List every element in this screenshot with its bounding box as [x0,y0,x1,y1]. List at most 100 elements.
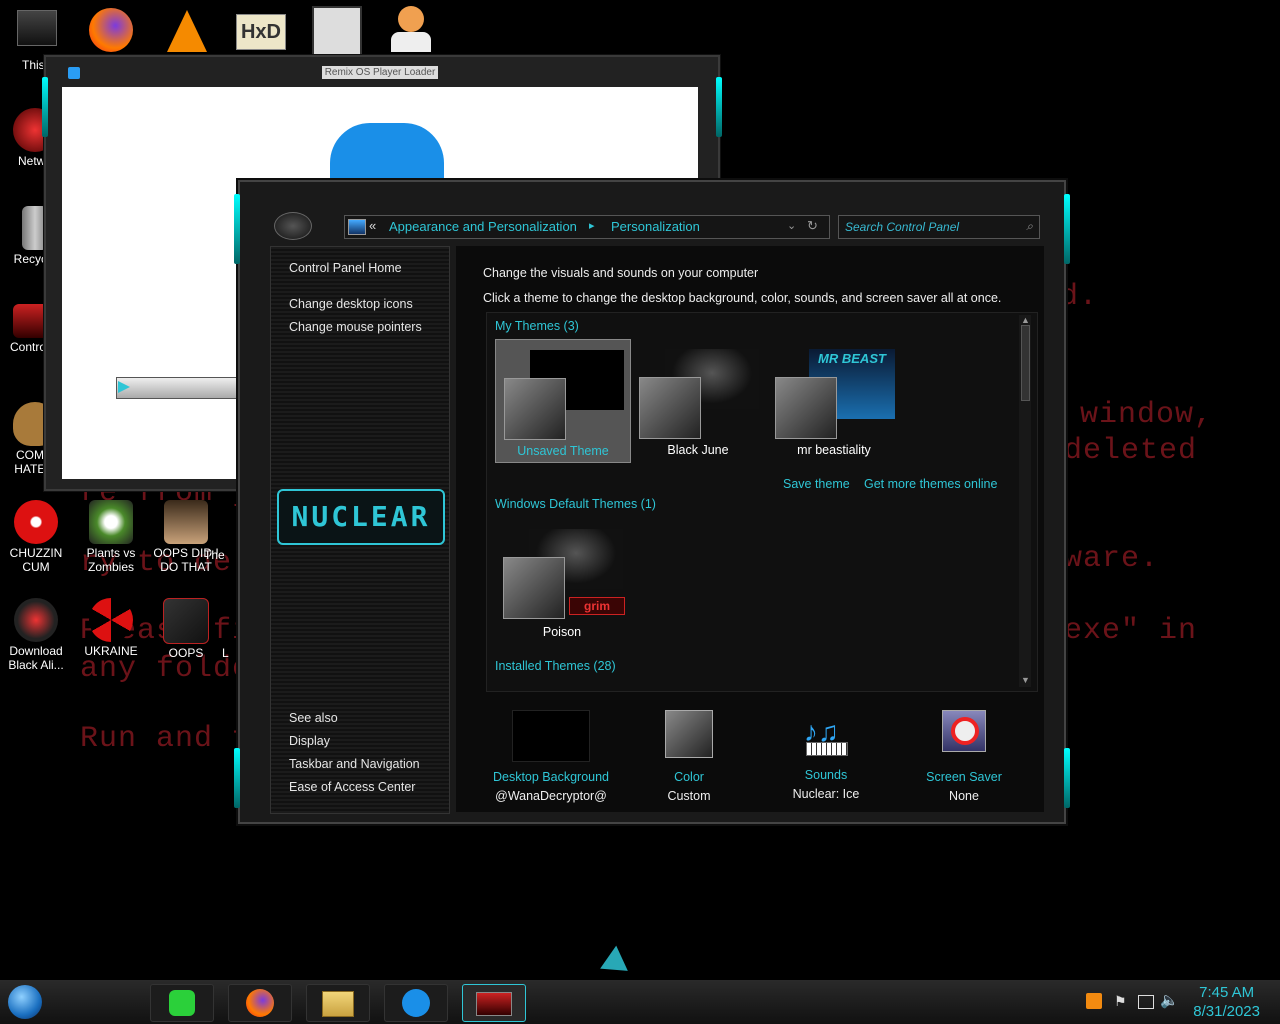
vlc-icon[interactable] [162,6,212,54]
theme-poison[interactable]: grim Poison [495,519,629,641]
taskbar-remix-os[interactable] [384,984,448,1022]
hxd-icon[interactable]: HxD [236,6,286,54]
search-placeholder: Search Control Panel [845,220,960,234]
tray-network-icon[interactable] [1086,993,1102,1009]
doctor-icon[interactable] [386,6,436,54]
portrait-icon [164,500,208,544]
installed-themes-header: Installed Themes (28) [495,659,616,673]
mouse-cursor-icon [600,945,636,983]
window-app-icon [68,67,80,79]
scrollbar-thumb[interactable] [1021,325,1030,401]
plants-vs-zombies-icon [89,500,133,544]
personalization-window[interactable]: « Appearance and Personalization ▸ Perso… [234,180,1070,824]
sidebar-ease-of-access[interactable]: Ease of Access Center [289,780,415,794]
screen-saver-value: None [949,789,979,803]
computer-icon[interactable] [12,6,62,54]
theme-name: Unsaved Theme [517,444,609,458]
nuclear-logo-text: NUCLEAR [291,500,431,533]
sounds-label: Sounds [804,768,848,782]
theme-mr-beastiality[interactable]: MR BEAST mr beastiality [767,339,901,461]
theme-banner-text: MR BEAST [818,351,886,366]
chevron-down-icon[interactable]: ⌄ [787,219,796,232]
sounds-button[interactable]: ♪♫ Sounds Nuclear: Ice [756,710,896,802]
desktop-background-label: Desktop Background [492,770,610,784]
sidebar-change-mouse-pointers[interactable]: Change mouse pointers [289,320,422,334]
save-theme-link[interactable]: Save theme [783,477,850,491]
desktop-icon-oops-did-i[interactable]: OOPS DID I DO THAT [151,500,221,574]
background-text: deleted [1064,434,1198,468]
sidebar-display[interactable]: Display [289,734,330,748]
screen-saver-label: Screen Saver [926,770,1002,784]
taskbar-notes-app[interactable] [150,984,214,1022]
scroll-down-icon[interactable]: ▼ [1021,675,1030,685]
chuzzle-icon [14,500,58,544]
see-also-title: See also [289,711,338,725]
sounds-icon: ♪♫ [804,710,848,756]
background-text: ware. [1064,542,1160,576]
app-icon[interactable] [312,6,362,56]
theme-name: Poison [542,625,582,639]
refresh-icon[interactable]: ↻ [807,218,818,234]
desktop-icon-oops[interactable]: OOPS [151,598,221,660]
tray-volume-icon[interactable]: 🔈 [1160,991,1179,1009]
sidebar-change-desktop-icons[interactable]: Change desktop icons [289,297,413,311]
desktop-icon-chuzzin[interactable]: CHUZZIN CUM [1,500,71,574]
breadcrumb-separator-icon[interactable]: ▸ [589,219,595,232]
theme-black-june[interactable]: Black June [631,339,765,461]
window-title: Remix OS Player Loader [322,66,438,79]
themes-list[interactable]: My Themes (3) Unsaved Theme Black June M… [486,312,1038,692]
firefox-icon[interactable] [86,6,136,54]
notes-app-icon [169,990,195,1016]
taskbar-clock[interactable]: 7:45 AM 8/31/2023 [1193,983,1260,1021]
color-swatch-icon [665,710,713,758]
desktop-background-value: @WanaDecryptor@ [495,789,607,803]
desktop-background-button[interactable]: Desktop Background @WanaDecryptor@ [481,710,621,803]
sidebar-taskbar-navigation[interactable]: Taskbar and Navigation [289,757,420,771]
remix-logo [330,123,444,181]
background-text: exe" in [1064,614,1198,648]
breadcrumb-personalization[interactable]: Personalization [611,219,700,234]
start-button[interactable] [8,985,42,1019]
scrollbar[interactable]: ▲ ▼ [1019,315,1031,687]
my-themes-header: My Themes (3) [495,319,579,333]
breadcrumb-back[interactable]: « [369,218,376,233]
breadcrumb-appearance[interactable]: Appearance and Personalization [389,219,577,234]
background-text: Run and f [80,722,252,756]
theme-name: Black June [667,443,729,457]
default-themes-header: Windows Default Themes (1) [495,497,656,511]
screen-saver-icon [942,710,986,752]
desktop-icon-download-black-ali[interactable]: Download Black Ali... [1,598,71,672]
tray-monitor-icon[interactable] [1138,995,1154,1009]
tray-flag-icon[interactable]: ⚑ [1114,993,1127,1010]
clock-time: 7:45 AM [1199,984,1255,1001]
theme-unsaved[interactable]: Unsaved Theme [495,339,631,463]
sidebar-control-panel-home[interactable]: Control Panel Home [289,261,402,275]
progress-bar [116,377,244,399]
color-label: Color [674,770,704,784]
get-more-themes-link[interactable]: Get more themes online [864,477,997,491]
sidebar: Control Panel Home Change desktop icons … [270,246,450,814]
taskbar-firefox[interactable] [228,984,292,1022]
clock-date: 8/31/2023 [1193,1003,1260,1020]
sounds-value: Nuclear: Ice [792,787,860,801]
page-subtitle: Click a theme to change the desktop back… [483,291,1002,305]
control-panel-icon [476,992,512,1016]
search-input[interactable]: Search Control Panel ⌕ [838,215,1040,239]
main-content: Change the visuals and sounds on your co… [456,246,1044,812]
nav-orb-button[interactable] [274,212,312,240]
remix-os-icon [402,989,430,1017]
page-title: Change the visuals and sounds on your co… [483,266,759,280]
theme-badge: grim [569,597,625,615]
theme-name: mr beastiality [797,443,871,457]
search-icon[interactable]: ⌕ [1026,219,1033,234]
color-button[interactable]: Color Custom [619,710,759,803]
desktop-icon-pvz[interactable]: Plants vs Zombies [76,500,146,574]
screen-saver-button[interactable]: Screen Saver None [894,710,1034,803]
taskbar-control-panel[interactable] [462,984,526,1022]
background-text: window, [1080,398,1214,432]
progress-arrow-icon [118,381,130,393]
address-bar[interactable]: « Appearance and Personalization ▸ Perso… [344,215,830,239]
taskbar-file-explorer[interactable] [306,984,370,1022]
desktop-icon-ukraine[interactable]: UKRAINE [76,598,146,658]
scroll-up-icon[interactable]: ▲ [1021,315,1030,325]
